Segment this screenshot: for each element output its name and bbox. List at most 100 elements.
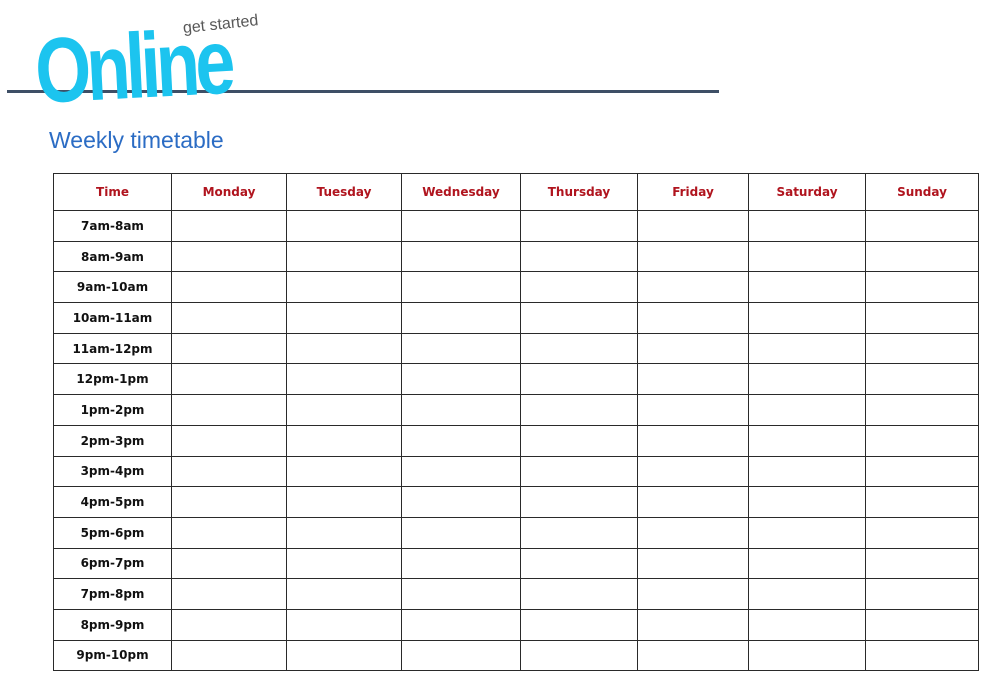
cell-sunday [865,578,979,610]
cell-saturday [748,332,866,365]
cell-friday [637,486,749,518]
cell-monday [171,578,287,610]
time-slot-label: 7pm-8pm [53,578,172,610]
table-row: 6pm-7pm [53,547,979,580]
cell-wednesday [401,486,521,518]
cell-tuesday [286,332,402,365]
cell-sunday [865,424,979,457]
cell-monday [171,210,287,242]
cell-tuesday [286,547,402,580]
cell-wednesday [401,210,521,242]
cell-tuesday [286,363,402,396]
cell-monday [171,486,287,518]
cell-tuesday [286,240,402,273]
cell-tuesday [286,455,402,488]
cell-tuesday [286,271,402,304]
cell-sunday [865,271,979,304]
cell-saturday [748,455,866,488]
cell-thursday [520,302,638,334]
table-row: 4pm-5pm [53,486,979,518]
column-header-time: Time [53,173,172,211]
cell-sunday [865,547,979,580]
cell-tuesday [286,639,402,672]
cell-sunday [865,210,979,242]
cell-thursday [520,639,638,672]
cell-monday [171,332,287,365]
cell-saturday [748,547,866,580]
cell-monday [171,547,287,580]
time-slot-label: 2pm-3pm [53,424,172,457]
cell-friday [637,516,749,549]
time-slot-label: 7am-8am [53,210,172,242]
cell-friday [637,547,749,580]
weekly-timetable: Time Monday Tuesday Wednesday Thursday F… [53,173,979,672]
cell-friday [637,271,749,304]
header-row: Time Monday Tuesday Wednesday Thursday F… [53,173,979,211]
time-slot-label: 3pm-4pm [53,455,172,488]
time-slot-label: 10am-11am [53,302,172,334]
cell-thursday [520,578,638,610]
cell-tuesday [286,302,402,334]
cell-wednesday [401,302,521,334]
column-header-saturday: Saturday [748,173,866,211]
cell-sunday [865,332,979,365]
cell-monday [171,271,287,304]
table-row: 7am-8am [53,210,979,242]
column-header-sunday: Sunday [865,173,979,211]
column-header-thursday: Thursday [520,173,638,211]
cell-wednesday [401,240,521,273]
table-row: 12pm-1pm [53,363,979,396]
cell-monday [171,639,287,672]
cell-monday [171,240,287,273]
table-row: 5pm-6pm [53,516,979,549]
cell-friday [637,363,749,396]
table-row: 9pm-10pm [53,639,979,672]
cell-monday [171,424,287,457]
cell-sunday [865,486,979,518]
cell-tuesday [286,516,402,549]
cell-wednesday [401,578,521,610]
cell-saturday [748,271,866,304]
cell-saturday [748,210,866,242]
cell-monday [171,455,287,488]
cell-thursday [520,210,638,242]
cell-friday [637,455,749,488]
cell-sunday [865,639,979,672]
cell-wednesday [401,271,521,304]
cell-thursday [520,332,638,365]
table-row: 10am-11am [53,302,979,334]
time-slot-label: 8am-9am [53,240,172,273]
cell-saturday [748,363,866,396]
cell-saturday [748,608,866,641]
cell-thursday [520,363,638,396]
cell-wednesday [401,424,521,457]
cell-sunday [865,240,979,273]
cell-saturday [748,516,866,549]
page-title: Weekly timetable [49,127,224,153]
cell-friday [637,210,749,242]
time-slot-label: 6pm-7pm [53,547,172,580]
cell-saturday [748,486,866,518]
cell-tuesday [286,608,402,641]
cell-sunday [865,394,979,426]
table-row: 8am-9am [53,240,979,273]
cell-sunday [865,516,979,549]
cell-wednesday [401,363,521,396]
column-header-wednesday: Wednesday [401,173,521,211]
column-header-tuesday: Tuesday [286,173,402,211]
time-slot-label: 9pm-10pm [53,639,172,672]
cell-wednesday [401,516,521,549]
cell-thursday [520,424,638,457]
cell-monday [171,394,287,426]
online-logo: Online get started [33,11,283,123]
cell-friday [637,578,749,610]
cell-sunday [865,608,979,641]
cell-saturday [748,302,866,334]
cell-wednesday [401,547,521,580]
cell-friday [637,424,749,457]
time-slot-label: 5pm-6pm [53,516,172,549]
cell-monday [171,608,287,641]
cell-saturday [748,578,866,610]
cell-thursday [520,394,638,426]
table-row: 11am-12pm [53,332,979,365]
